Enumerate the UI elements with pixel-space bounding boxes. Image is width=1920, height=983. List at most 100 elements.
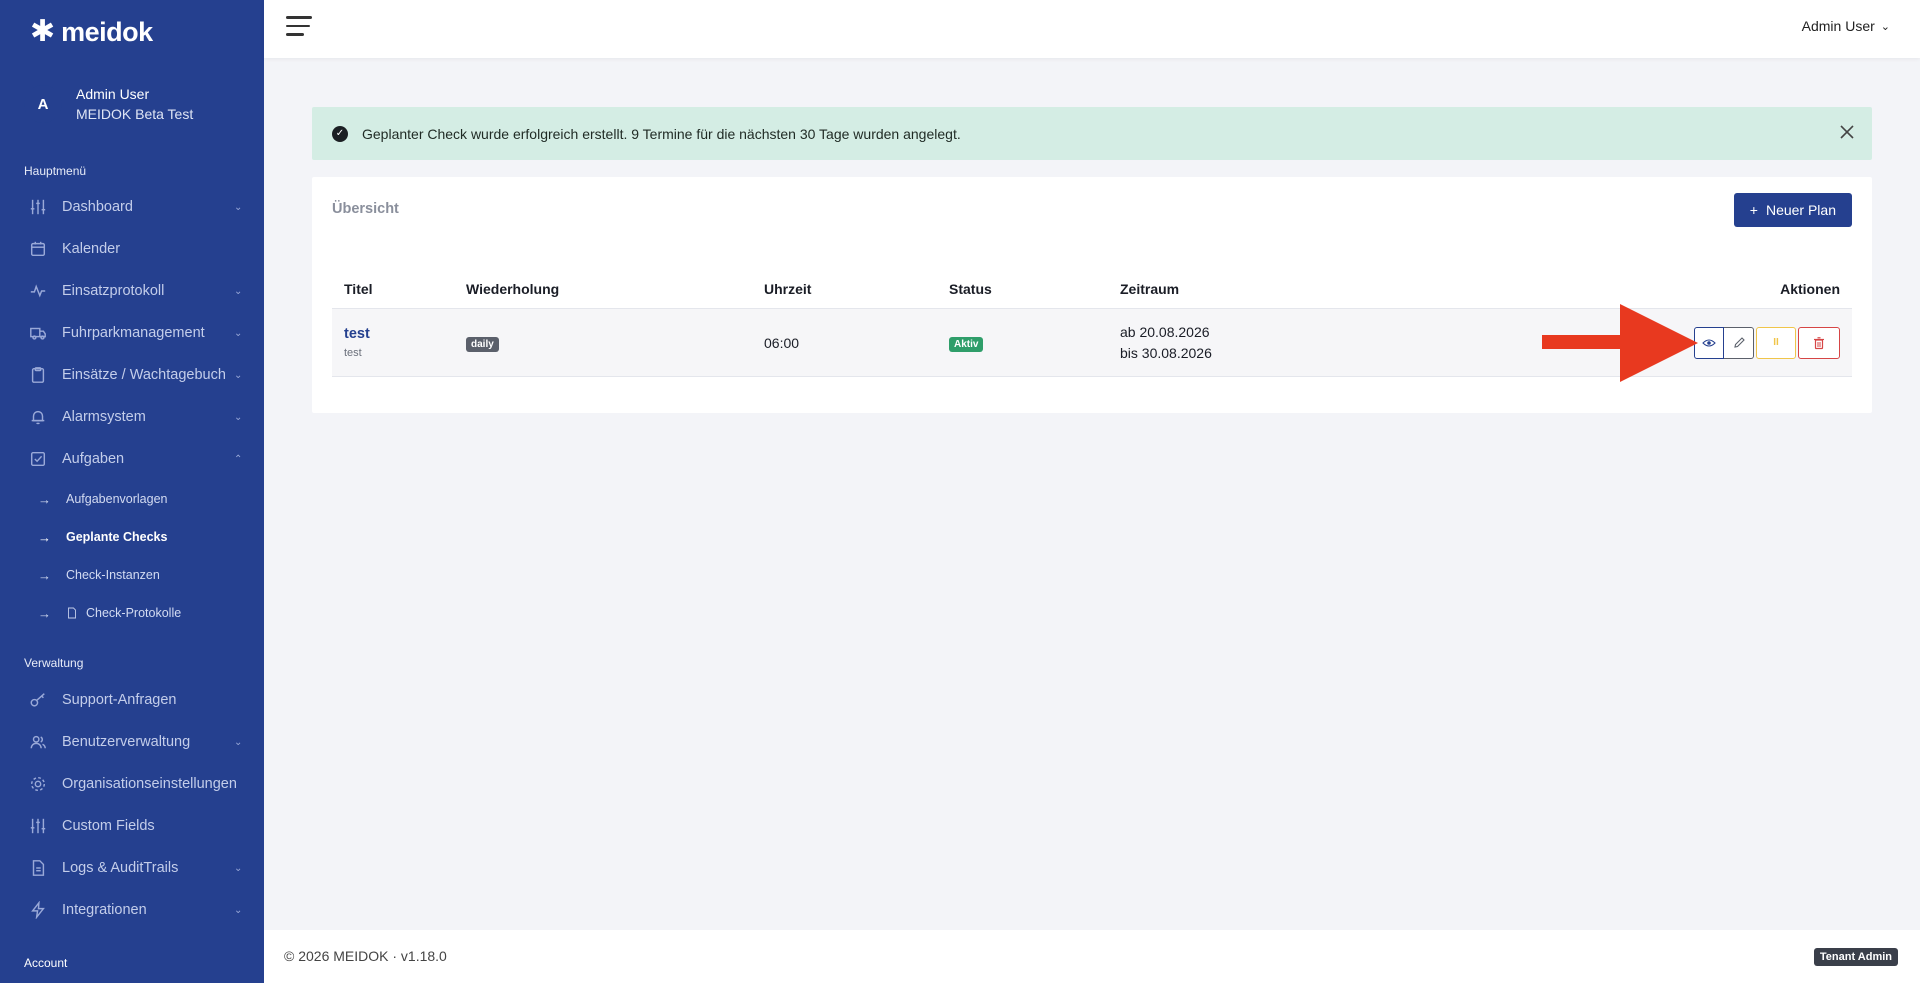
chevron-down-icon: ⌄ xyxy=(234,905,243,916)
sidebar-item-support[interactable]: Support-Anfragen xyxy=(0,679,264,721)
new-plan-button[interactable]: + Neuer Plan xyxy=(1733,193,1852,227)
avatar: A xyxy=(24,85,62,123)
col-header-range: Zeitraum xyxy=(1120,280,1180,297)
checkbox-icon xyxy=(28,449,48,469)
sidebar-item-organisation[interactable]: Organisationseinstellungen xyxy=(0,763,264,805)
sidebar-subitem-label: Check-Instanzen xyxy=(66,568,160,582)
row-subtitle: test xyxy=(344,347,362,359)
annotation-arrow-icon xyxy=(1542,304,1698,382)
sidebar-item-einsaetze[interactable]: Einsätze / Wachtagebuch ⌄ xyxy=(0,354,264,396)
pencil-icon xyxy=(1733,336,1745,348)
row-actions: II xyxy=(1692,326,1852,359)
chevron-down-icon: ⌄ xyxy=(234,370,243,381)
success-alert: ✓ Geplanter Check wurde erfolgreich erst… xyxy=(312,107,1872,160)
app-logo[interactable]: ✱ meidok xyxy=(30,16,153,48)
user-name: Admin User xyxy=(76,86,150,102)
section-label-admin: Verwaltung xyxy=(24,656,84,670)
bell-icon xyxy=(28,407,48,427)
logo-star-icon: ✱ xyxy=(30,15,56,48)
row-time: 06:00 xyxy=(764,334,800,351)
sidebar-item-logs[interactable]: Logs & AuditTrails ⌄ xyxy=(0,847,264,889)
sidebar-item-label: Kalender xyxy=(62,241,121,257)
key-icon xyxy=(28,690,48,710)
sidebar-item-custom-fields[interactable]: Custom Fields xyxy=(0,805,264,847)
plus-icon: + xyxy=(1749,202,1758,218)
sidebar-account-label: Account xyxy=(24,956,68,970)
chevron-down-icon: ⌄ xyxy=(234,737,243,748)
footer: © 2026 MEIDOK · v1.18.0 Tenant Admin xyxy=(264,930,1920,983)
sidebar-item-einsatzprotokoll[interactable]: Einsatzprotokoll ⌄ xyxy=(0,270,264,312)
role-badge: Tenant Admin xyxy=(1813,948,1898,966)
activity-icon xyxy=(28,281,48,301)
col-header-status: Status xyxy=(949,280,992,297)
pause-button[interactable]: II xyxy=(1756,326,1796,359)
bolt-icon xyxy=(28,900,48,920)
check-circle-icon: ✓ xyxy=(332,125,348,142)
sidebar-item-integrationen[interactable]: Integrationen ⌄ xyxy=(0,889,264,931)
sidebar-item-label: Benutzerverwaltung xyxy=(62,734,191,750)
chevron-down-icon: ⌄ xyxy=(234,863,243,874)
document-icon xyxy=(28,858,48,878)
sidebar-item-aufgaben[interactable]: Aufgaben ⌃ xyxy=(0,438,264,480)
trash-icon xyxy=(1814,336,1824,349)
sidebar: ✱ meidok A Admin User MEIDOK Beta Test H… xyxy=(0,0,264,983)
delete-button[interactable] xyxy=(1798,326,1840,359)
arrow-right-icon: → xyxy=(38,491,51,507)
sidebar-subitem-aufgabenvorlagen[interactable]: → Aufgabenvorlagen xyxy=(0,480,264,518)
sidebar-user: A Admin User MEIDOK Beta Test xyxy=(24,84,193,124)
logo-text: meidok xyxy=(61,16,153,47)
sidebar-item-label: Aufgaben xyxy=(62,451,125,467)
topbar: Admin User ⌄ xyxy=(264,0,1920,58)
chevron-down-icon: ⌄ xyxy=(234,286,243,297)
sidebar-item-label: Organisationseinstellungen xyxy=(62,776,237,792)
sidebar-item-label: Integrationen xyxy=(62,902,147,918)
row-title-link[interactable]: test xyxy=(344,326,466,342)
pdf-document-icon xyxy=(68,607,76,619)
sidebar-subitem-label: Check-Protokolle xyxy=(86,606,182,620)
gear-icon xyxy=(28,774,48,794)
chevron-down-icon: ⌄ xyxy=(1880,20,1890,33)
hamburger-menu-icon[interactable] xyxy=(286,16,312,38)
sidebar-item-label: Support-Anfragen xyxy=(62,692,177,708)
alert-message: Geplanter Check wurde erfolgreich erstel… xyxy=(362,125,961,142)
col-header-title: Titel xyxy=(344,280,373,297)
sidebar-item-alarmsystem[interactable]: Alarmsystem ⌄ xyxy=(0,396,264,438)
sidebar-item-dashboard[interactable]: Dashboard ⌄ xyxy=(0,186,264,228)
main-nav: Dashboard ⌄ Kalender Einsatzprotokoll ⌄ … xyxy=(0,186,264,632)
sidebar-item-label: Logs & AuditTrails xyxy=(62,860,179,876)
truck-icon xyxy=(28,323,48,343)
sidebar-item-benutzerverwaltung[interactable]: Benutzerverwaltung ⌄ xyxy=(0,721,264,763)
user-org: MEIDOK Beta Test xyxy=(76,106,194,122)
user-menu-dropdown[interactable]: Admin User ⌄ xyxy=(1802,18,1890,34)
user-menu-label: Admin User xyxy=(1801,18,1875,34)
admin-nav: Support-Anfragen Benutzerverwaltung ⌄ Or… xyxy=(0,679,264,931)
sidebar-subitem-geplante-checks[interactable]: → Geplante Checks xyxy=(0,518,264,556)
col-header-actions: Aktionen xyxy=(1780,280,1840,297)
sidebar-item-fuhrpark[interactable]: Fuhrparkmanagement ⌄ xyxy=(0,312,264,354)
sidebar-item-label: Einsatzprotokoll xyxy=(62,283,165,299)
sidebar-subitem-label: Geplante Checks xyxy=(66,530,168,544)
sidebar-subitem-check-instanzen[interactable]: → Check-Instanzen xyxy=(0,556,264,594)
sidebar-item-calendar[interactable]: Kalender xyxy=(0,228,264,270)
col-header-time: Uhrzeit xyxy=(764,280,812,297)
footer-copyright: © 2026 MEIDOK · v1.18.0 xyxy=(284,948,447,964)
sidebar-item-label: Alarmsystem xyxy=(62,409,146,425)
sidebar-item-label: Einsätze / Wachtagebuch xyxy=(62,367,226,383)
pause-icon: II xyxy=(1773,337,1779,348)
status-badge: Aktiv xyxy=(949,336,984,352)
arrow-right-icon: → xyxy=(38,529,51,545)
edit-button[interactable] xyxy=(1724,326,1754,359)
sidebar-subitem-check-protokolle[interactable]: → Check-Protokolle xyxy=(0,594,264,632)
users-icon xyxy=(28,732,48,752)
sliders-icon xyxy=(28,197,48,217)
calendar-icon xyxy=(28,239,48,259)
sidebar-item-label: Custom Fields xyxy=(62,818,155,834)
chevron-down-icon: ⌄ xyxy=(234,202,243,213)
sidebar-item-label: Dashboard xyxy=(62,199,133,215)
sliders-icon xyxy=(28,816,48,836)
arrow-right-icon: → xyxy=(38,605,51,621)
close-icon[interactable] xyxy=(1836,121,1858,143)
new-plan-label: Neuer Plan xyxy=(1765,202,1836,218)
card-title: Übersicht xyxy=(332,201,399,217)
repeat-badge: daily xyxy=(466,336,499,352)
